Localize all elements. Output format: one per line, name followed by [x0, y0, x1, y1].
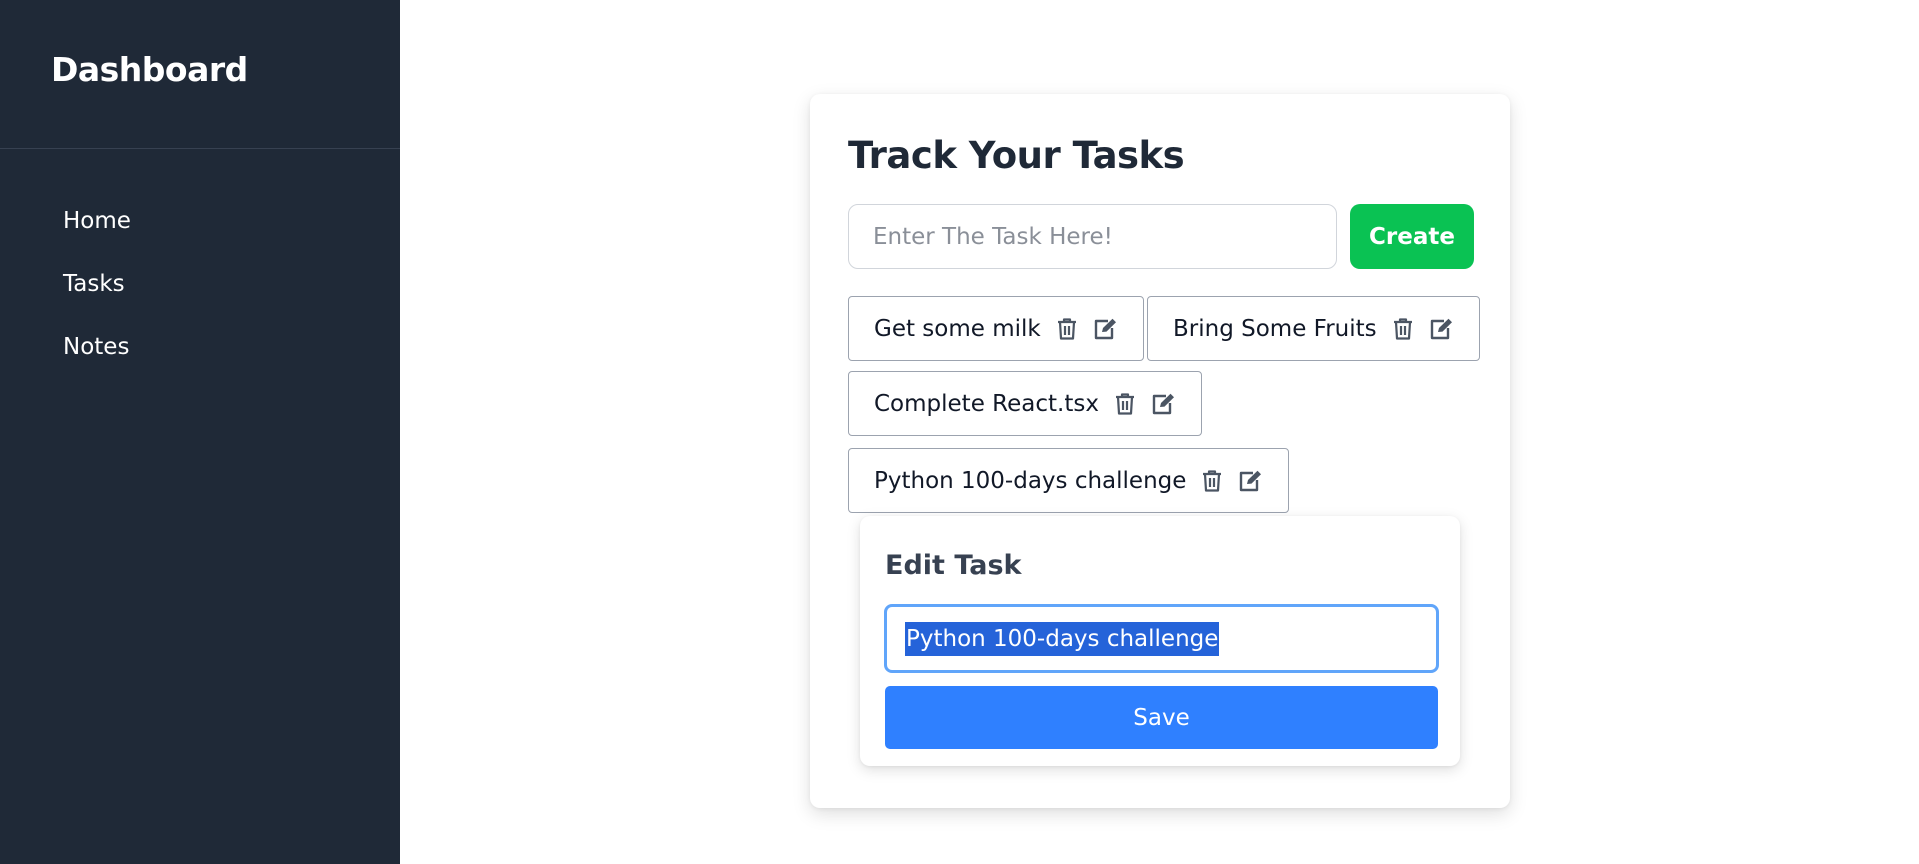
- task-input[interactable]: [848, 204, 1337, 269]
- page-title: Track Your Tasks: [848, 134, 1185, 177]
- task-item: Complete React.tsx: [848, 371, 1202, 436]
- task-label: Get some milk: [874, 315, 1041, 342]
- sidebar-item-home[interactable]: Home: [0, 197, 400, 260]
- sidebar-item-tasks[interactable]: Tasks: [0, 260, 400, 323]
- trash-icon[interactable]: [1389, 315, 1417, 343]
- sidebar: Dashboard Home Tasks Notes: [0, 0, 400, 864]
- edit-task-panel: Edit Task Python 100-days challenge Save: [860, 516, 1460, 766]
- tasks-card: Track Your Tasks Create Get some milk Br…: [810, 94, 1510, 808]
- task-label: Python 100-days challenge: [874, 467, 1187, 494]
- sidebar-header: Dashboard: [0, 0, 400, 149]
- task-item: Python 100-days challenge: [848, 448, 1290, 513]
- trash-icon[interactable]: [1198, 467, 1226, 495]
- sidebar-nav: Home Tasks Notes: [0, 149, 400, 386]
- task-item: Get some milk: [848, 296, 1144, 361]
- create-button[interactable]: Create: [1350, 204, 1474, 269]
- sidebar-title: Dashboard: [51, 50, 248, 89]
- trash-icon[interactable]: [1111, 390, 1139, 418]
- edit-icon[interactable]: [1236, 467, 1264, 495]
- save-button[interactable]: Save: [885, 686, 1438, 749]
- edit-icon[interactable]: [1427, 315, 1455, 343]
- edit-task-title: Edit Task: [885, 550, 1022, 581]
- edit-task-input[interactable]: Python 100-days challenge: [884, 604, 1439, 673]
- edit-task-input-value: Python 100-days challenge: [905, 621, 1220, 656]
- task-label: Bring Some Fruits: [1173, 315, 1377, 342]
- edit-icon[interactable]: [1149, 390, 1177, 418]
- task-label: Complete React.tsx: [874, 390, 1099, 417]
- edit-icon[interactable]: [1091, 315, 1119, 343]
- sidebar-item-notes[interactable]: Notes: [0, 323, 400, 386]
- task-item: Bring Some Fruits: [1147, 296, 1480, 361]
- trash-icon[interactable]: [1053, 315, 1081, 343]
